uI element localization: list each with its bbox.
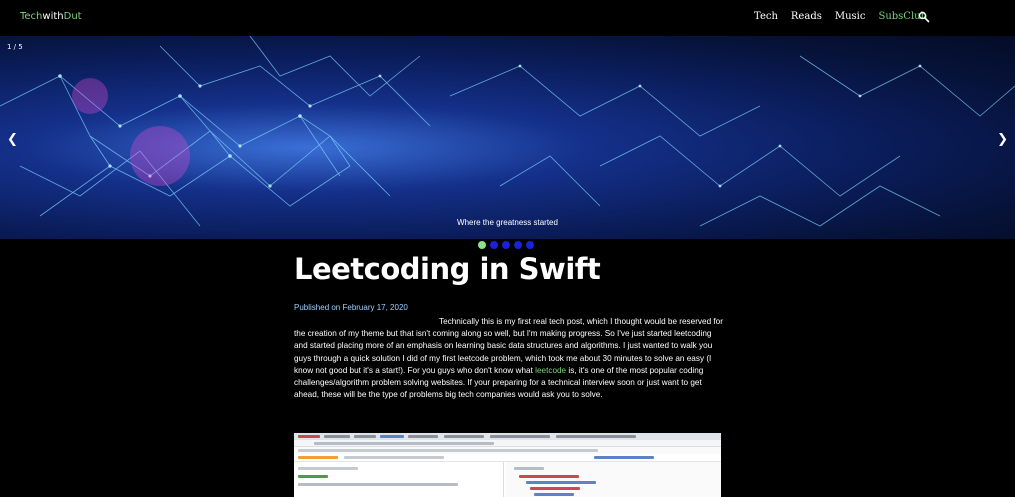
nav-link-music[interactable]: Music (835, 11, 866, 22)
published-date: Published on February 17, 2020 (294, 303, 408, 312)
nav-links: Tech Reads Music SubsClub (754, 11, 927, 22)
carousel-dot-5[interactable] (526, 241, 534, 249)
chevron-right-icon[interactable]: ❯ (997, 132, 1008, 147)
chevron-left-icon[interactable]: ❮ (7, 132, 18, 147)
nav-link-reads[interactable]: Reads (791, 11, 822, 22)
article-body: Technically this is my first real tech p… (294, 317, 723, 400)
search-icon[interactable] (918, 11, 930, 23)
article-title: Leetcoding in Swift (294, 252, 601, 286)
carousel-dot-4[interactable] (514, 241, 522, 249)
nav-link-tech[interactable]: Tech (754, 11, 778, 22)
slide-caption: Where the greatness started (457, 218, 558, 227)
network-background-image (0, 36, 1015, 227)
site-logo[interactable]: TechwithDut (20, 11, 82, 22)
leetcode-screenshot-image (294, 433, 721, 497)
carousel-dot-1[interactable] (478, 241, 486, 249)
leetcode-link[interactable]: leetcode (535, 366, 566, 375)
carousel-dots (478, 241, 534, 249)
hero-carousel: 1 / 5 ❮ ❯ Where the greatness started (0, 36, 1015, 239)
carousel-dot-3[interactable] (502, 241, 510, 249)
slide-counter: 1 / 5 (7, 43, 23, 51)
top-nav: TechwithDut Tech Reads Music SubsClub (0, 0, 1015, 36)
carousel-dot-2[interactable] (490, 241, 498, 249)
